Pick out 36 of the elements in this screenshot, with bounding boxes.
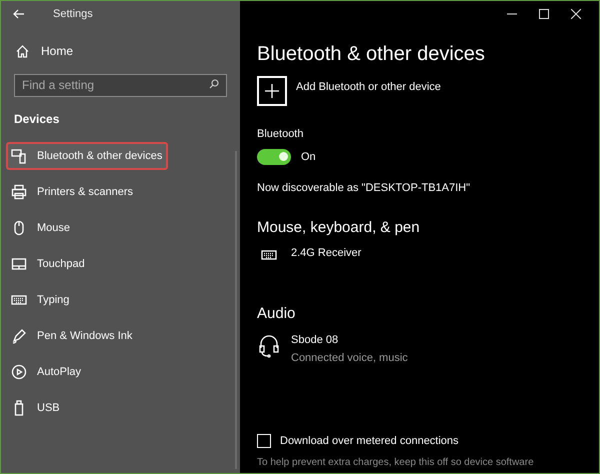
window-title: Settings bbox=[53, 6, 93, 22]
section-heading: Mouse, keyboard, & pen bbox=[257, 218, 421, 238]
bluetooth-toggle[interactable] bbox=[257, 148, 291, 165]
nav-item[interactable]: Touchpad bbox=[6, 250, 91, 278]
plus-icon bbox=[265, 84, 279, 98]
back-arrow-icon[interactable] bbox=[13, 8, 25, 20]
nav-item[interactable]: Printers & scanners bbox=[6, 178, 139, 206]
touchpad-icon bbox=[11, 256, 27, 272]
printer-icon bbox=[11, 184, 27, 200]
page-title: Bluetooth & other devices bbox=[257, 42, 486, 67]
toggle-state-text: On bbox=[301, 150, 316, 164]
nav-item[interactable]: Bluetooth & other devices bbox=[6, 142, 168, 170]
play-circle-icon bbox=[11, 364, 27, 380]
nav-item[interactable]: USB bbox=[6, 394, 66, 422]
discoverable-text: Now discoverable as "DESKTOP-TB1A7IH" bbox=[257, 181, 472, 196]
device-item[interactable]: 2.4G Receiver bbox=[257, 245, 362, 263]
search-icon bbox=[209, 79, 219, 89]
headset-icon bbox=[258, 334, 280, 358]
nav-item[interactable]: Pen & Windows Ink bbox=[6, 322, 138, 350]
maximize-icon[interactable] bbox=[539, 9, 549, 19]
close-icon[interactable] bbox=[571, 9, 581, 19]
add-device-button[interactable]: Add Bluetooth or other device bbox=[257, 76, 582, 106]
home-icon bbox=[16, 44, 29, 58]
search-field[interactable]: Find a setting bbox=[14, 74, 227, 96]
bluetooth-label: Bluetooth bbox=[257, 127, 304, 142]
section-heading: Devices bbox=[14, 111, 60, 128]
pen-icon bbox=[11, 328, 27, 344]
nav-item[interactable]: AutoPlay bbox=[6, 358, 88, 386]
nav-item[interactable]: Typing bbox=[6, 286, 76, 314]
metered-checkbox[interactable]: Download over metered connections bbox=[257, 432, 459, 449]
help-text: To help prevent extra charges, keep this off so device software bbox=[257, 456, 535, 470]
nav-item[interactable]: Mouse bbox=[6, 214, 76, 242]
home-link[interactable]: Home bbox=[1, 42, 240, 60]
device-item[interactable]: Sbode 08 Connected voice, music bbox=[257, 332, 408, 366]
keyboard-device-icon bbox=[11, 148, 27, 164]
section-heading: Audio bbox=[257, 304, 296, 324]
